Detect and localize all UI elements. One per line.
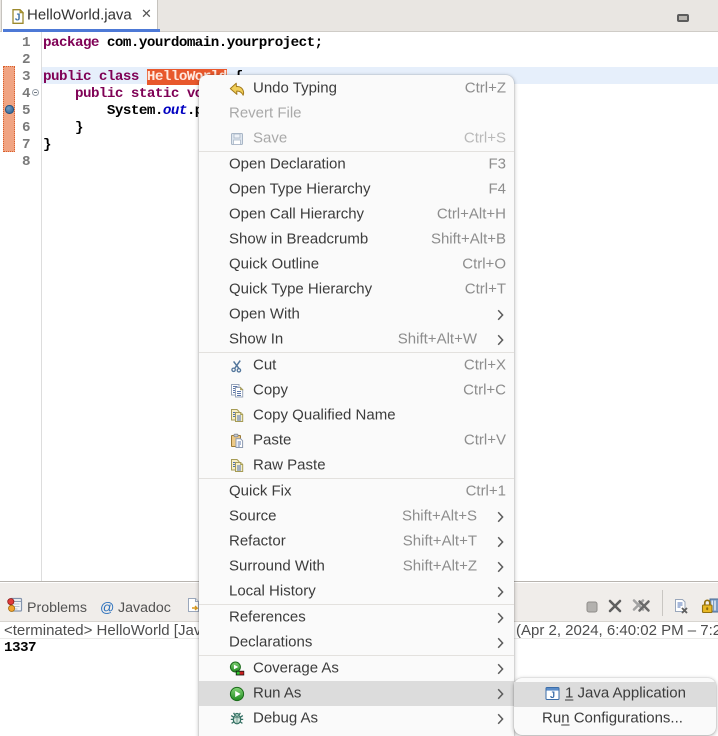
svg-text:J: J [550, 690, 555, 700]
svg-text:J: J [15, 13, 21, 24]
